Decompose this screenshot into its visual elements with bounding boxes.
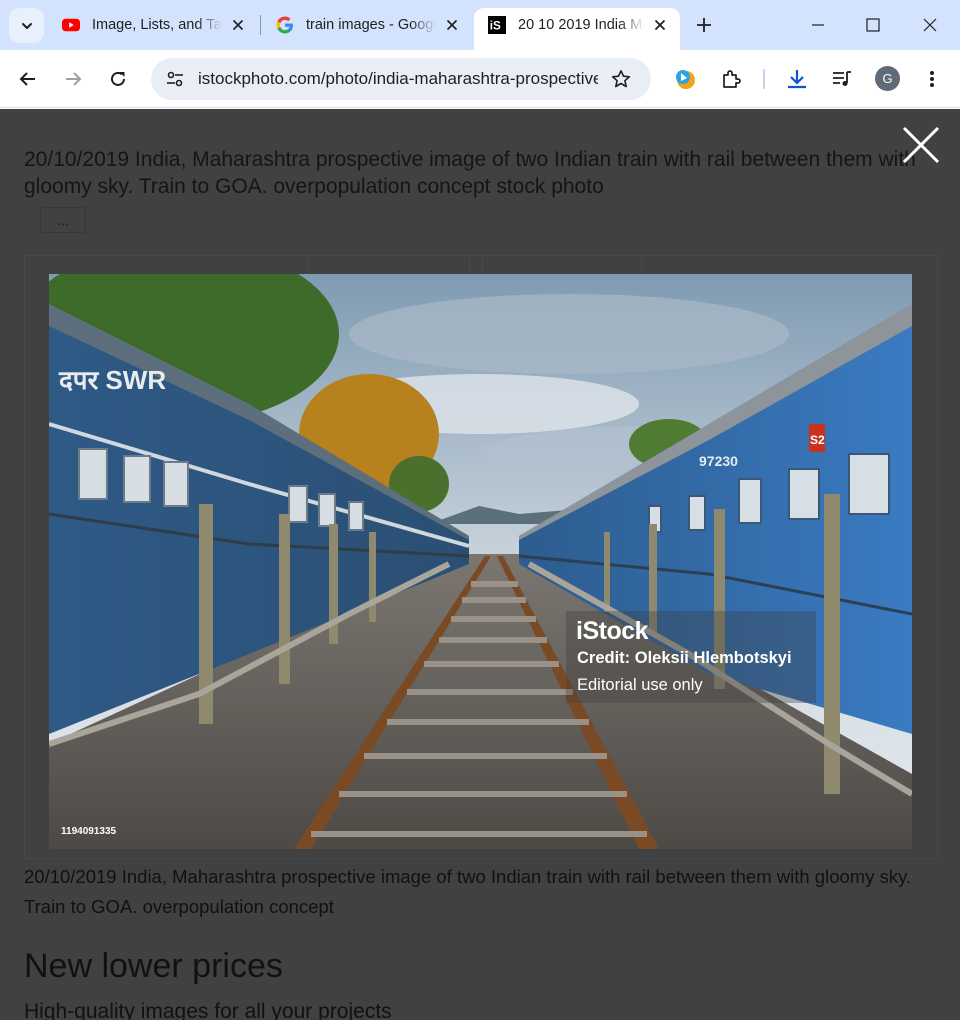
more-options-button[interactable]: ... [40,207,86,233]
right-train-text: 97230 [699,453,738,469]
chevron-down-icon [21,22,32,29]
tab-title: train images - Google Search [306,17,436,33]
close-tab-icon[interactable] [228,15,248,35]
browser-toolbar: istockphoto.com/photo/india-maharashtra-… [0,50,960,108]
tab-youtube[interactable]: Image, Lists, and Tables [48,8,258,50]
maximize-button[interactable] [845,0,901,50]
downloads-button[interactable] [780,62,814,96]
download-icon [788,70,806,89]
tune-icon [167,71,183,87]
youtube-icon [62,16,80,34]
close-icon [902,126,940,164]
train-photo-illustration: दपर SWR 97230 S2 [49,274,912,849]
close-icon [923,18,937,32]
coach-label: S2 [810,433,825,447]
plus-icon [697,18,711,32]
window-close-button[interactable] [902,0,958,50]
background-button [308,255,470,275]
lightbox-close-button[interactable] [901,125,941,165]
maximize-icon [866,18,880,32]
toolbar-divider [763,69,765,89]
background-button [482,255,642,275]
bookmark-star-button[interactable] [607,65,635,93]
chrome-menu-button[interactable] [915,62,949,96]
puzzle-icon [723,70,741,88]
queue-music-icon [833,71,851,86]
photo-id: 1194091335 [61,826,117,837]
arrow-left-icon [19,72,35,86]
tab-title: Image, Lists, and Tables [92,17,222,33]
section-subtitle: High-quality images for all your project… [24,1000,392,1020]
reload-button[interactable] [101,62,135,96]
arrow-right-icon [66,72,82,86]
google-icon [276,16,294,34]
close-tab-icon[interactable] [650,15,670,35]
svg-text:iS: iS [490,20,501,33]
media-controls-button[interactable] [825,62,859,96]
back-button[interactable] [11,62,45,96]
minimize-button[interactable] [790,0,846,50]
image-caption: 20/10/2019 India, Maharashtra prospectiv… [24,866,912,917]
istock-icon: iS [488,16,506,34]
tab-title: 20 10 2019 India Maharashtra [518,17,644,33]
bing-chat-icon [676,70,695,89]
tab-search-button[interactable] [9,8,44,43]
forward-button[interactable] [56,62,90,96]
star-icon [611,70,631,88]
istock-watermark-logo: iStock [576,617,649,645]
close-tab-icon[interactable] [442,15,462,35]
more-vert-icon [930,71,934,87]
extensions-button[interactable] [714,62,748,96]
tab-istock-active[interactable]: iS 20 10 2019 India Maharashtra [474,8,680,50]
profile-avatar[interactable]: G [875,66,900,91]
new-tab-button[interactable] [690,11,718,39]
tab-separator [260,15,261,35]
lightbox-photo[interactable]: दपर SWR 97230 S2 [49,274,912,849]
tab-google-search[interactable]: train images - Google Search [262,8,472,50]
url-text[interactable]: istockphoto.com/photo/india-maharashtra-… [198,69,598,89]
address-bar[interactable]: istockphoto.com/photo/india-maharashtra-… [151,58,651,100]
watermark-usage: Editorial use only [577,676,703,694]
page-title: 20/10/2019 India, Maharashtra prospectiv… [24,148,916,198]
site-info-button[interactable] [159,63,191,95]
left-train-text: दपर SWR [58,365,166,395]
bing-extension-button[interactable] [668,62,702,96]
reload-icon [111,71,125,86]
tab-strip: Image, Lists, and Tables train images - … [0,0,960,50]
watermark-credit: Credit: Oleksii Hlembotskyi [577,649,792,667]
minimize-icon [812,24,824,26]
section-title: New lower prices [24,947,283,985]
